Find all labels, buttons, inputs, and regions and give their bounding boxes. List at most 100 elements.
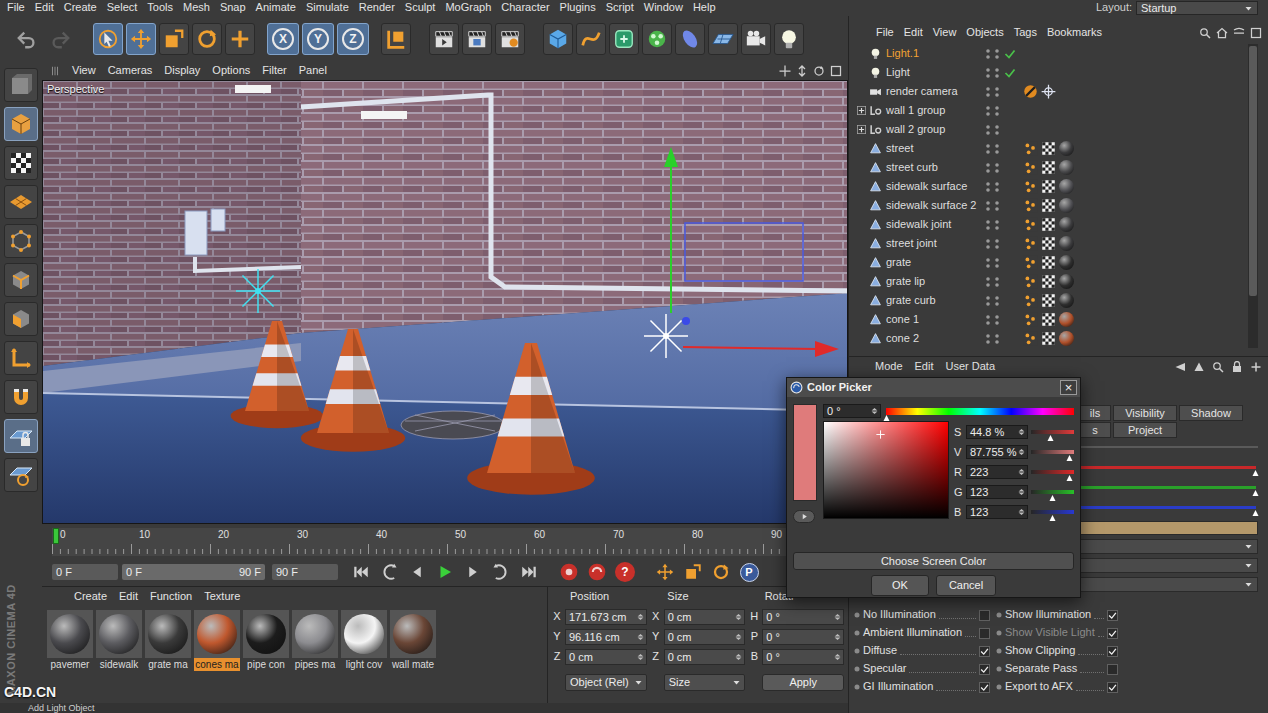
coordinate-field[interactable]: 0 ° <box>762 649 844 665</box>
coordinate-field[interactable]: 171.673 cm <box>565 609 647 625</box>
go-to-start-button[interactable] <box>350 561 372 583</box>
hue-field[interactable]: 0 ° <box>823 404 881 418</box>
axis-lock-button[interactable]: Y <box>302 23 334 55</box>
enabled-check[interactable] <box>1003 47 1017 61</box>
option-checkbox[interactable] <box>1107 682 1118 693</box>
viewport[interactable]: ViewCamerasDisplayOptionsFilterPanelPers… <box>42 62 848 524</box>
menu-item[interactable]: File <box>2 1 30 14</box>
autokey-button[interactable] <box>586 561 608 583</box>
coordinates-dropdown[interactable]: Size <box>664 674 746 691</box>
menu-item[interactable]: Render <box>354 1 400 14</box>
object-menu-item[interactable]: Bookmarks <box>1042 26 1107 39</box>
previous-frame-button[interactable] <box>406 561 428 583</box>
end-frame-field[interactable]: 90 F <box>272 564 338 580</box>
material-tag-icon[interactable] <box>1059 179 1074 194</box>
rotation-key-button[interactable] <box>710 561 732 583</box>
camera-button[interactable] <box>741 23 771 55</box>
material-item[interactable]: grate ma <box>144 610 192 671</box>
material-item[interactable]: pipe con <box>242 610 290 671</box>
viewport-menu-item[interactable]: Filter <box>256 64 292 77</box>
viewport-menu-item[interactable]: Options <box>206 64 256 77</box>
option-row[interactable]: Show Visible Light <box>996 624 1118 642</box>
enabled-check[interactable] <box>1003 161 1017 175</box>
expander[interactable] <box>855 124 867 136</box>
material-menu-item[interactable]: Edit <box>113 590 144 603</box>
material-menu-item[interactable]: Texture <box>198 590 246 603</box>
enabled-check[interactable] <box>1003 123 1017 137</box>
subdiv-button[interactable] <box>609 23 639 55</box>
expander[interactable] <box>855 105 867 117</box>
option-row[interactable]: Show Clipping <box>996 642 1118 660</box>
next-key-button[interactable] <box>490 561 512 583</box>
render-settings-button[interactable] <box>495 23 525 55</box>
attribute-menu-item[interactable]: Edit <box>909 360 940 373</box>
option-row[interactable]: Diffuse <box>854 642 990 660</box>
axis-lock-button[interactable]: X <box>267 23 299 55</box>
points-mode-button[interactable] <box>4 224 38 258</box>
position-key-button[interactable] <box>654 561 676 583</box>
layout-dropdown[interactable]: Startup <box>1136 1 1258 15</box>
choose-screen-color-button[interactable]: Choose Screen Color <box>793 552 1074 570</box>
snap-mode-button[interactable] <box>4 380 38 414</box>
object-row[interactable]: cone 2 <box>849 329 1248 348</box>
attribute-tab[interactable]: Project <box>1113 422 1177 438</box>
hue-slider[interactable] <box>886 408 1074 415</box>
object-row[interactable]: street curb <box>849 158 1248 177</box>
quantize-mode-button[interactable] <box>4 458 38 492</box>
material-tag-icon[interactable] <box>1059 331 1074 346</box>
next-frame-button[interactable] <box>462 561 484 583</box>
menu-item[interactable]: Window <box>639 1 688 14</box>
option-checkbox[interactable] <box>979 682 990 693</box>
menu-item[interactable]: Create <box>59 1 102 14</box>
axis-lock-button[interactable]: Z <box>337 23 369 55</box>
object-row[interactable]: render camera <box>849 82 1248 101</box>
option-row[interactable]: Export to AFX <box>996 678 1118 696</box>
object-scrollbar[interactable] <box>1248 44 1258 348</box>
material-tag-icon[interactable] <box>1059 236 1074 251</box>
apply-button[interactable]: Apply <box>762 674 844 691</box>
close-button[interactable]: × <box>1060 380 1077 395</box>
coordinate-field[interactable]: 0 cm <box>664 649 746 665</box>
menu-item[interactable]: Snap <box>215 1 251 14</box>
object-row[interactable]: Light.1 <box>849 44 1248 63</box>
channel-slider[interactable] <box>1031 430 1074 434</box>
material-item[interactable]: pipes ma <box>291 610 339 671</box>
menu-item[interactable]: MoGraph <box>440 1 496 14</box>
option-checkbox[interactable] <box>979 664 990 675</box>
redo-button[interactable] <box>45 23 75 55</box>
option-row[interactable]: Separate Pass <box>996 660 1118 678</box>
viewport-scene[interactable]: Perspective <box>42 80 848 524</box>
enabled-check[interactable] <box>1003 256 1017 270</box>
material-menu-item[interactable]: Create <box>68 590 113 603</box>
channel-slider[interactable] <box>1031 490 1074 494</box>
workplane-mode-button[interactable] <box>4 185 38 219</box>
previous-key-button[interactable] <box>378 561 400 583</box>
enabled-check[interactable] <box>1003 85 1017 99</box>
option-checkbox[interactable] <box>979 610 990 621</box>
material-item[interactable]: cones ma <box>193 610 241 671</box>
attribute-tab[interactable]: ils <box>1079 405 1111 421</box>
playhead[interactable] <box>53 528 59 544</box>
enabled-check[interactable] <box>1003 332 1017 346</box>
object-row[interactable]: sidewalk surface 2 <box>849 196 1248 215</box>
cloner-button[interactable] <box>642 23 672 55</box>
material-menu-item[interactable]: Function <box>144 590 198 603</box>
enabled-check[interactable] <box>1003 142 1017 156</box>
enabled-check[interactable] <box>1003 313 1017 327</box>
channel-field[interactable]: 123 <box>966 505 1028 519</box>
go-to-end-button[interactable] <box>518 561 540 583</box>
object-row[interactable]: grate <box>849 253 1248 272</box>
axis-mode-button[interactable] <box>4 341 38 375</box>
scale-tool-button[interactable] <box>159 23 189 55</box>
object-row[interactable]: Light <box>849 63 1248 82</box>
option-row[interactable]: Specular <box>854 660 990 678</box>
material-item[interactable]: light cov <box>340 610 388 671</box>
menu-item[interactable]: Script <box>601 1 639 14</box>
attribute-tab[interactable]: s <box>1079 422 1111 438</box>
channel-field[interactable]: 44.8 % <box>966 425 1028 439</box>
coordinate-system-button[interactable] <box>381 23 411 55</box>
ok-button[interactable]: OK <box>871 575 929 596</box>
render-picture-viewer-button[interactable] <box>462 23 492 55</box>
channel-slider[interactable] <box>1031 510 1074 514</box>
render-view-button[interactable] <box>429 23 459 55</box>
